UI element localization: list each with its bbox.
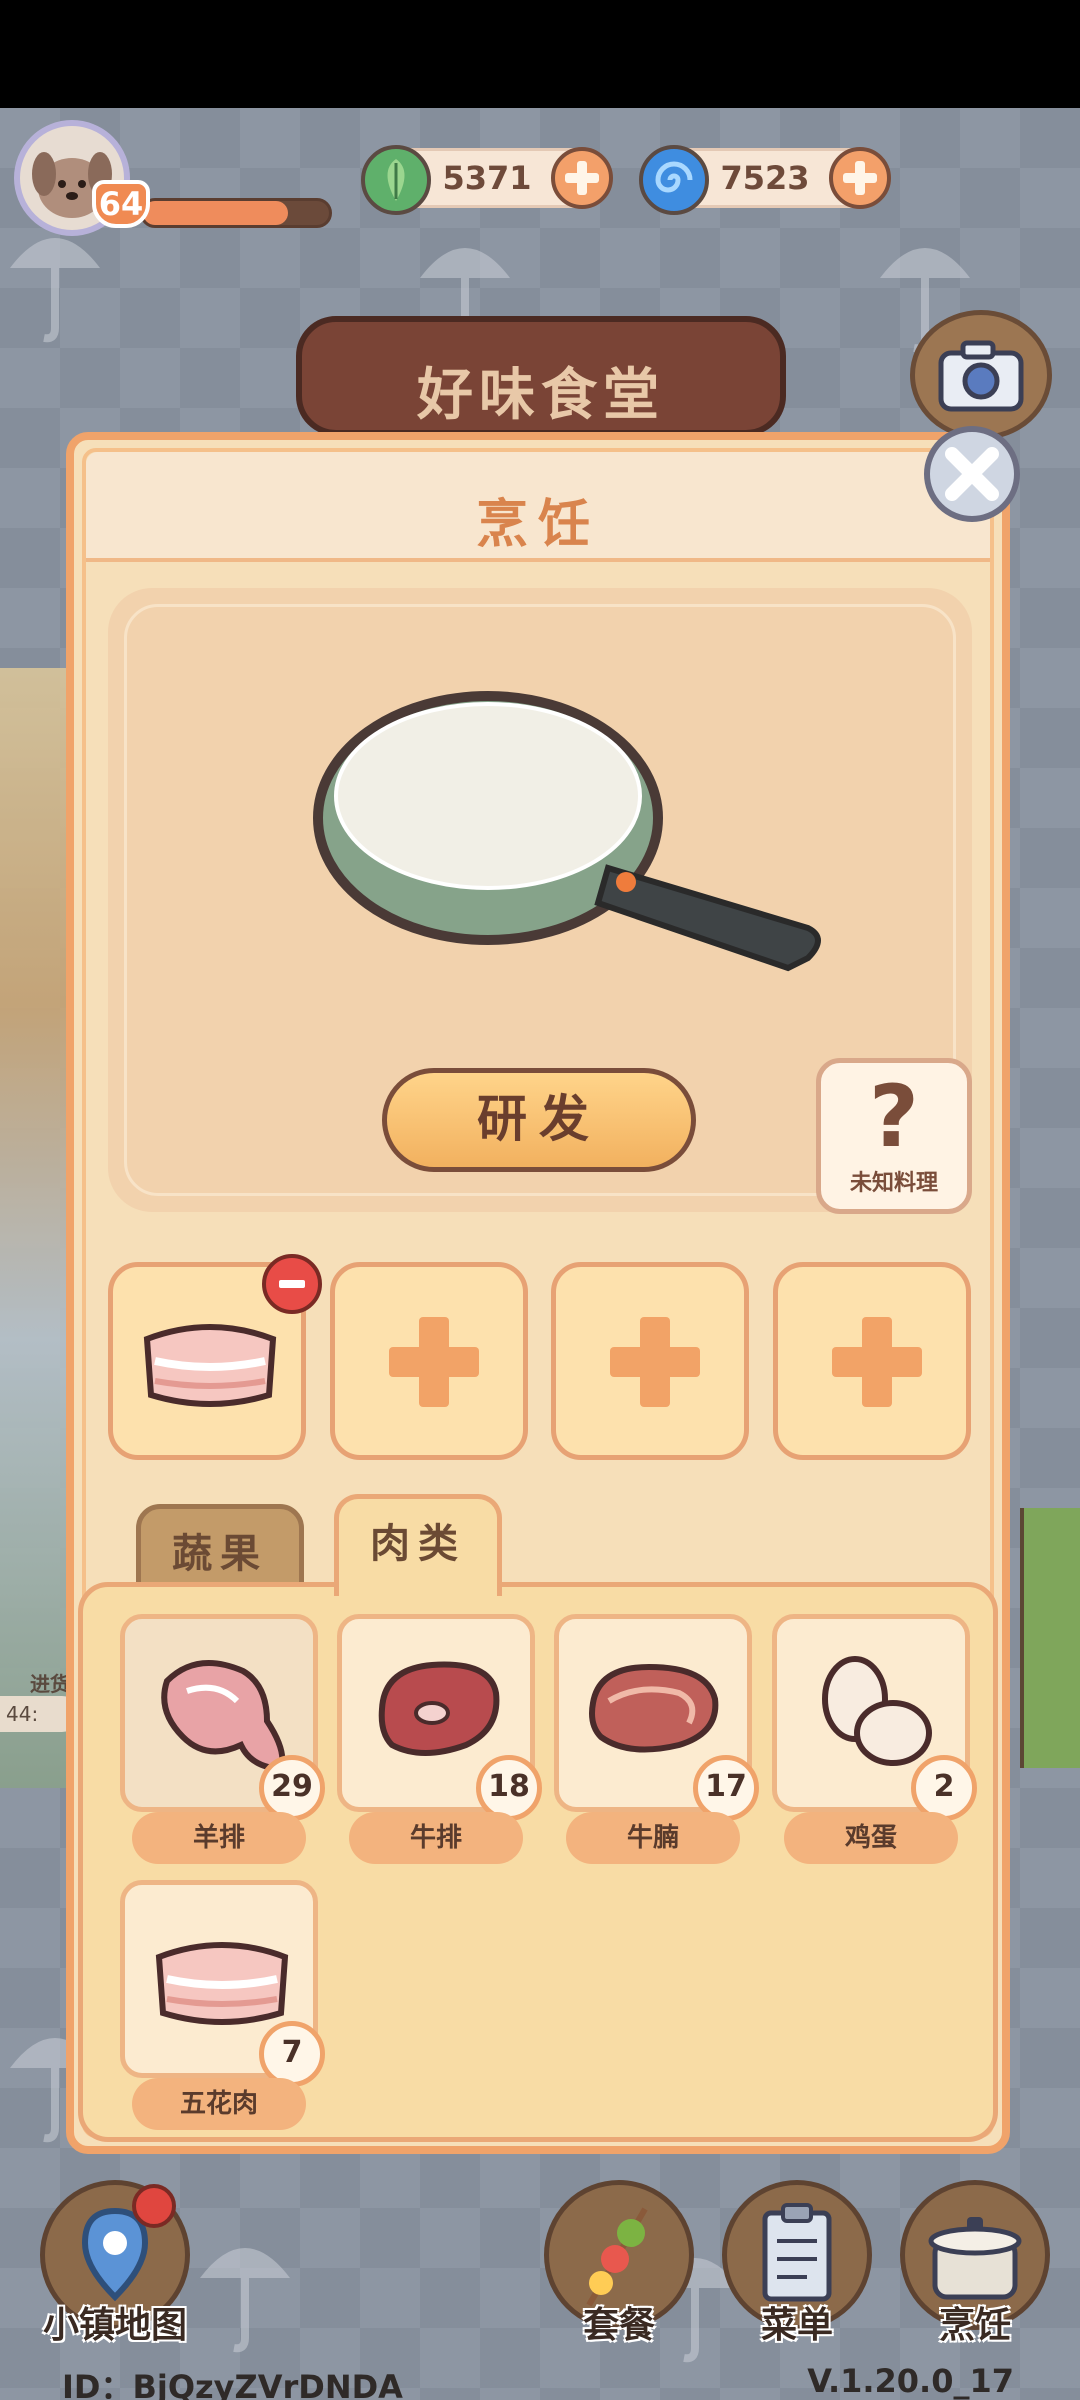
combo-meal-label: 套餐 xyxy=(582,2305,655,2346)
unknown-dish-label: 未知料理 xyxy=(849,1171,938,1196)
leaf-currency: 5371 xyxy=(361,145,613,215)
restock-label[interactable]: 进货 xyxy=(0,1668,70,1697)
frying-pan-icon xyxy=(313,691,821,972)
swirl-currency-value: 7523 xyxy=(720,159,810,197)
xp-fill xyxy=(143,201,289,225)
item-label: 羊排 xyxy=(132,1812,306,1864)
restaurant-sign: 好味食堂 xyxy=(296,316,786,436)
question-mark-icon: ? xyxy=(869,1067,919,1167)
cooking-label: 烹饪 xyxy=(938,2305,1011,2346)
status-bar xyxy=(0,0,1080,108)
panel-header: 烹饪 xyxy=(86,452,990,562)
app-version: V.1.20.0_17 xyxy=(807,2362,1014,2400)
ingredient-item-egg[interactable]: 2 xyxy=(772,1614,977,1821)
close-button[interactable] xyxy=(924,426,1020,522)
player-id: ID：BjQzyZVrDNDA xyxy=(62,2368,403,2400)
camera-icon xyxy=(938,340,1024,412)
leaf-icon xyxy=(361,145,431,215)
tab-meat[interactable]: 肉类 xyxy=(334,1494,502,1596)
add-leaf-button[interactable] xyxy=(551,147,613,209)
ingredient-slot-3[interactable] xyxy=(551,1262,749,1460)
research-button[interactable]: 研发 xyxy=(382,1068,696,1172)
town-map-label: 小镇地图 xyxy=(42,2305,187,2346)
pork-belly-icon xyxy=(155,1942,289,2025)
beef-brisket-icon xyxy=(589,1663,719,1753)
ingredient-item-beef-brisket[interactable]: 17 xyxy=(554,1614,759,1821)
leaf-currency-value: 5371 xyxy=(442,159,532,197)
swirl-icon xyxy=(639,145,709,215)
menu-label: 菜单 xyxy=(760,2305,833,2346)
ingredient-slot-4[interactable] xyxy=(773,1262,971,1460)
close-icon xyxy=(945,447,999,501)
level-badge: 64 xyxy=(92,180,150,228)
item-label: 五花肉 xyxy=(132,2078,306,2130)
swirl-currency: 7523 xyxy=(639,145,891,215)
restaurant-name: 好味食堂 xyxy=(417,363,665,428)
remove-ingredient-button[interactable] xyxy=(262,1254,322,1314)
panel-title: 烹饪 xyxy=(475,495,600,555)
steak-icon xyxy=(378,1661,500,1756)
item-label: 牛排 xyxy=(349,1812,523,1864)
alert-dot-icon xyxy=(132,2184,176,2228)
item-label: 牛腩 xyxy=(566,1812,740,1864)
camera-button[interactable] xyxy=(910,310,1052,440)
grass-tile xyxy=(1020,1508,1080,1768)
restaurant-building[interactable] xyxy=(0,668,70,1788)
unknown-dish-card[interactable]: ? 未知料理 xyxy=(816,1058,972,1214)
xp-bar xyxy=(140,198,332,228)
ingredient-slot-2[interactable] xyxy=(330,1262,528,1460)
ingredient-item-lamb-chop[interactable]: 29 xyxy=(120,1614,325,1821)
item-label: 鸡蛋 xyxy=(784,1812,958,1864)
ingredient-item-steak[interactable]: 18 xyxy=(337,1614,542,1821)
ingredient-item-pork-belly[interactable]: 7 xyxy=(120,1880,325,2087)
umbrella-decoration-icon xyxy=(200,2248,290,2353)
add-swirl-button[interactable] xyxy=(829,147,891,209)
pork-belly-icon xyxy=(143,1324,277,1407)
